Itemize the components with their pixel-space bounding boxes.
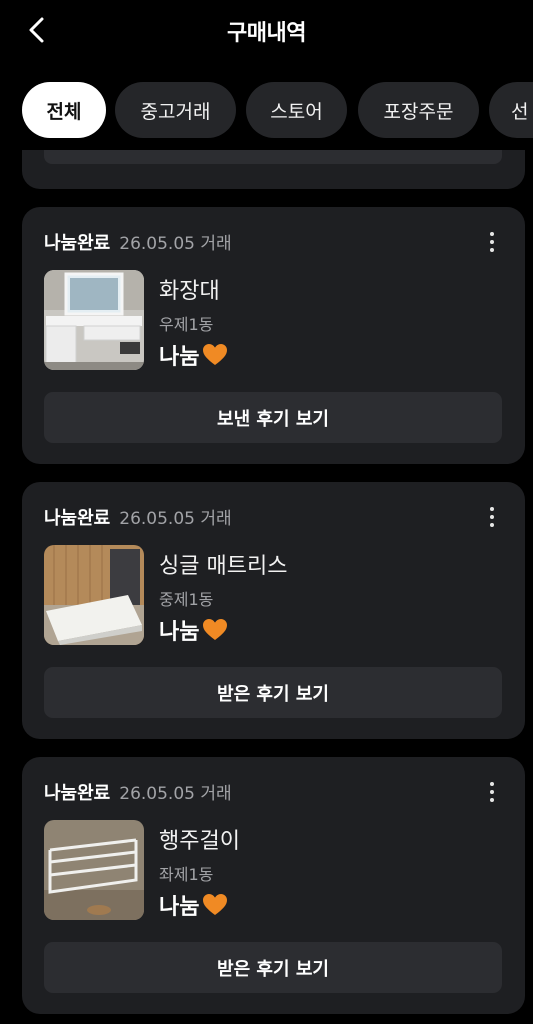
tab-more[interactable]: 선 bbox=[489, 82, 533, 138]
status-label: 나눔완료 bbox=[44, 233, 111, 254]
price-label: 나눔 bbox=[159, 895, 200, 920]
orange-heart-icon bbox=[203, 894, 228, 915]
mattress-photo[interactable] bbox=[44, 545, 144, 645]
received-review-button[interactable]: 받은 후기 보기 bbox=[44, 942, 502, 993]
more-options-icon[interactable] bbox=[481, 227, 503, 257]
page-title: 구매내역 bbox=[227, 21, 306, 46]
vanity-photo[interactable] bbox=[44, 270, 144, 370]
trade-date: 26.05.05 거래 bbox=[119, 234, 232, 254]
orange-heart-icon bbox=[203, 619, 228, 640]
order-card: 나눔완료 26.05.05 거래 싱글 매트리스 중제1동 나눔 받은 후기 보… bbox=[22, 482, 525, 739]
item-title[interactable]: 화장대 bbox=[159, 273, 220, 305]
tab-all[interactable]: 전체 bbox=[22, 82, 106, 138]
order-card: 나눔완료 26.05.05 거래 행주걸이 좌제1동 나눔 받은 후기 보기 bbox=[22, 757, 525, 1014]
tab-used-trade[interactable]: 중고거래 bbox=[115, 82, 236, 138]
order-status: 나눔완료 26.05.05 거래 bbox=[44, 504, 232, 530]
order-card: 나눔완료 26.05.05 거래 화장대 우제1동 나눔 보낸 후기 보기 bbox=[22, 207, 525, 464]
order-status: 나눔완료 26.05.05 거래 bbox=[44, 229, 232, 255]
tab-store[interactable]: 스토어 bbox=[246, 82, 347, 138]
trade-date: 26.05.05 거래 bbox=[119, 784, 232, 804]
trade-date: 26.05.05 거래 bbox=[119, 509, 232, 529]
towel-rack-photo[interactable] bbox=[44, 820, 144, 920]
price-label: 나눔 bbox=[159, 345, 200, 370]
order-status: 나눔완료 26.05.05 거래 bbox=[44, 779, 232, 805]
more-options-icon[interactable] bbox=[481, 502, 503, 532]
filter-tabs: 전체 중고거래 스토어 포장주문 선 bbox=[0, 82, 533, 140]
sent-review-button[interactable]: 보낸 후기 보기 bbox=[44, 392, 502, 443]
item-location: 중제1동 bbox=[159, 590, 214, 609]
tab-packaging-order[interactable]: 포장주문 bbox=[358, 82, 479, 138]
item-price: 나눔 bbox=[159, 614, 228, 646]
more-options-icon[interactable] bbox=[481, 777, 503, 807]
item-title[interactable]: 행주걸이 bbox=[159, 823, 240, 855]
item-price: 나눔 bbox=[159, 889, 228, 921]
item-location: 좌제1동 bbox=[159, 865, 214, 884]
orange-heart-icon bbox=[203, 344, 228, 365]
received-review-button[interactable]: 받은 후기 보기 bbox=[44, 667, 502, 718]
price-label: 나눔 bbox=[159, 620, 200, 645]
status-label: 나눔완료 bbox=[44, 508, 111, 529]
review-button-partial[interactable] bbox=[44, 150, 502, 164]
status-label: 나눔완료 bbox=[44, 783, 111, 804]
item-location: 우제1동 bbox=[159, 315, 214, 334]
item-price: 나눔 bbox=[159, 339, 228, 371]
order-card-partial bbox=[22, 150, 525, 189]
app-header: 구매내역 bbox=[0, 0, 533, 62]
item-title[interactable]: 싱글 매트리스 bbox=[159, 548, 287, 580]
